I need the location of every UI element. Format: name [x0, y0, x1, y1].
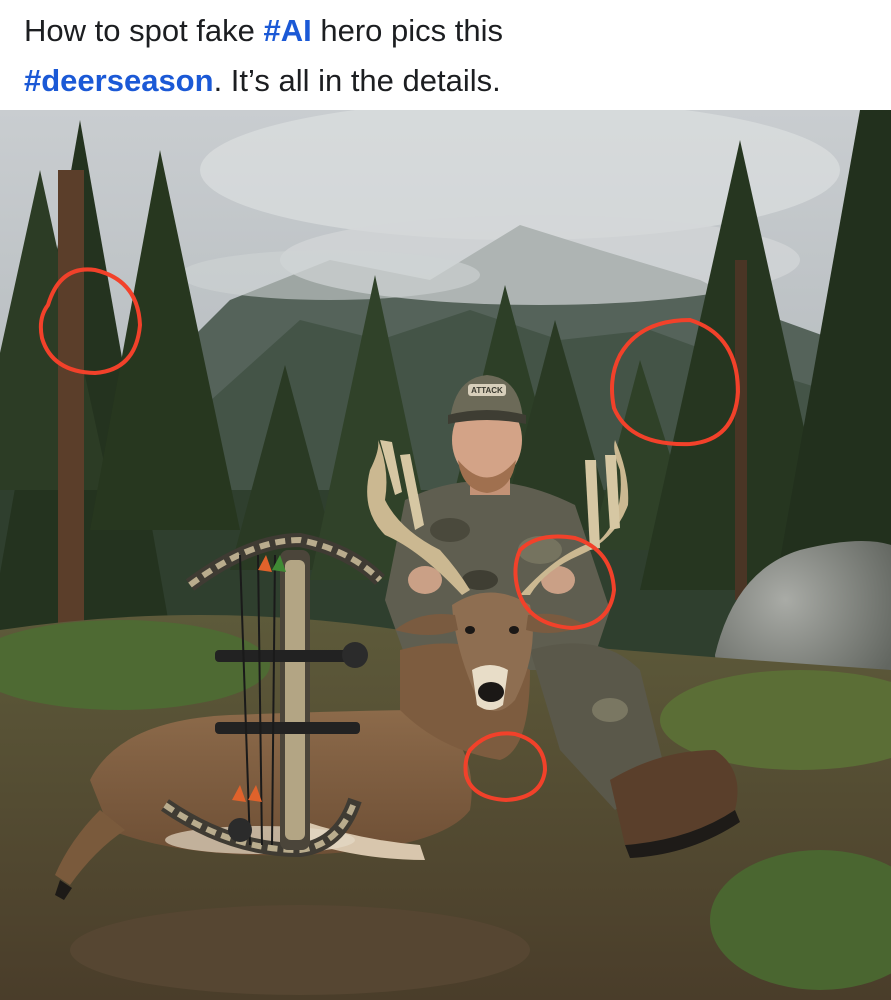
cap-logo-text: ATTACK — [471, 386, 503, 395]
deer-nose — [478, 682, 504, 702]
post-photo[interactable]: ATTACK — [0, 110, 891, 1000]
hashtag-deerseason-link[interactable]: #deerseason — [24, 63, 214, 98]
hashtag-ai-link[interactable]: #AI — [264, 13, 312, 48]
hunting-scene-image: ATTACK — [0, 110, 891, 1000]
caption-text-2: hero pics this — [311, 13, 504, 48]
post-header: How to spot fake #AI hero pics this #deer… — [0, 0, 891, 110]
caption-text-3: . It’s all in the details. — [213, 63, 501, 98]
caption-text-1: How to spot fake — [24, 13, 264, 48]
post-caption: How to spot fake #AI hero pics this #deer… — [24, 6, 874, 106]
